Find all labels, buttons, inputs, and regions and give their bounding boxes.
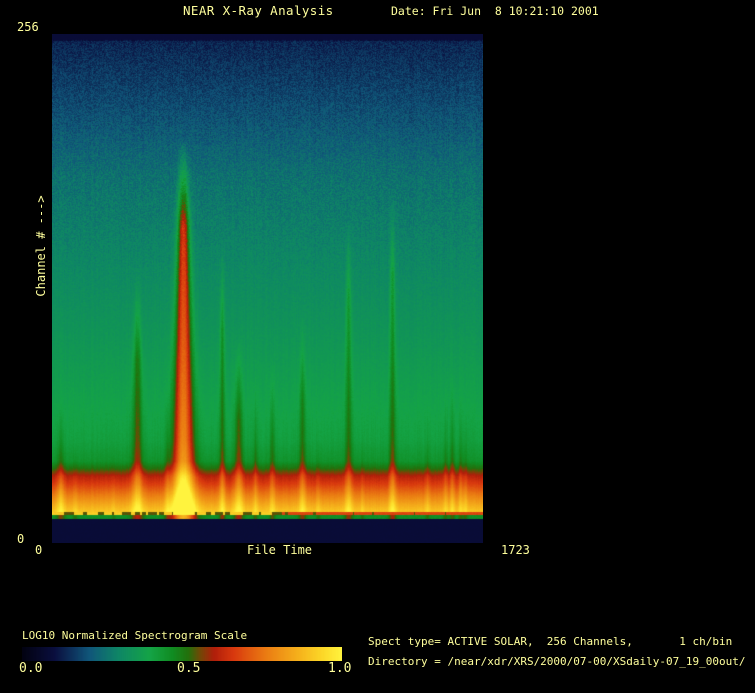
footer-directory: Directory = /near/xdr/XRS/2000/07-00/XSd… <box>368 656 746 668</box>
spectrogram-canvas <box>52 34 483 543</box>
x-axis-max-label: 1723 <box>501 544 530 557</box>
colorbar-canvas <box>22 647 342 661</box>
y-axis-max-label: 256 <box>17 21 39 34</box>
header-date: Date: Fri Jun 8 10:21:10 2001 <box>391 5 599 18</box>
app-window: NEAR X-Ray Analysis Date: Fri Jun 8 10:2… <box>0 0 755 693</box>
x-axis-title: File Time <box>247 544 312 557</box>
x-axis-min-label: 0 <box>35 544 42 557</box>
colorbar-tick-max: 1.0 <box>328 662 351 676</box>
page-title: NEAR X-Ray Analysis <box>183 4 334 18</box>
colorbar-tick-min: 0.0 <box>19 662 42 676</box>
colorbar-tick-mid: 0.5 <box>177 662 200 676</box>
y-axis-min-label: 0 <box>17 533 24 546</box>
y-axis-title: Channel # ---> <box>34 190 50 302</box>
colorbar-title: LOG10 Normalized Spectrogram Scale <box>22 630 247 642</box>
footer-spect-info: Spect type= ACTIVE SOLAR, 256 Channels, … <box>368 636 732 648</box>
y-axis-title-text: Channel # ---> <box>34 190 48 302</box>
